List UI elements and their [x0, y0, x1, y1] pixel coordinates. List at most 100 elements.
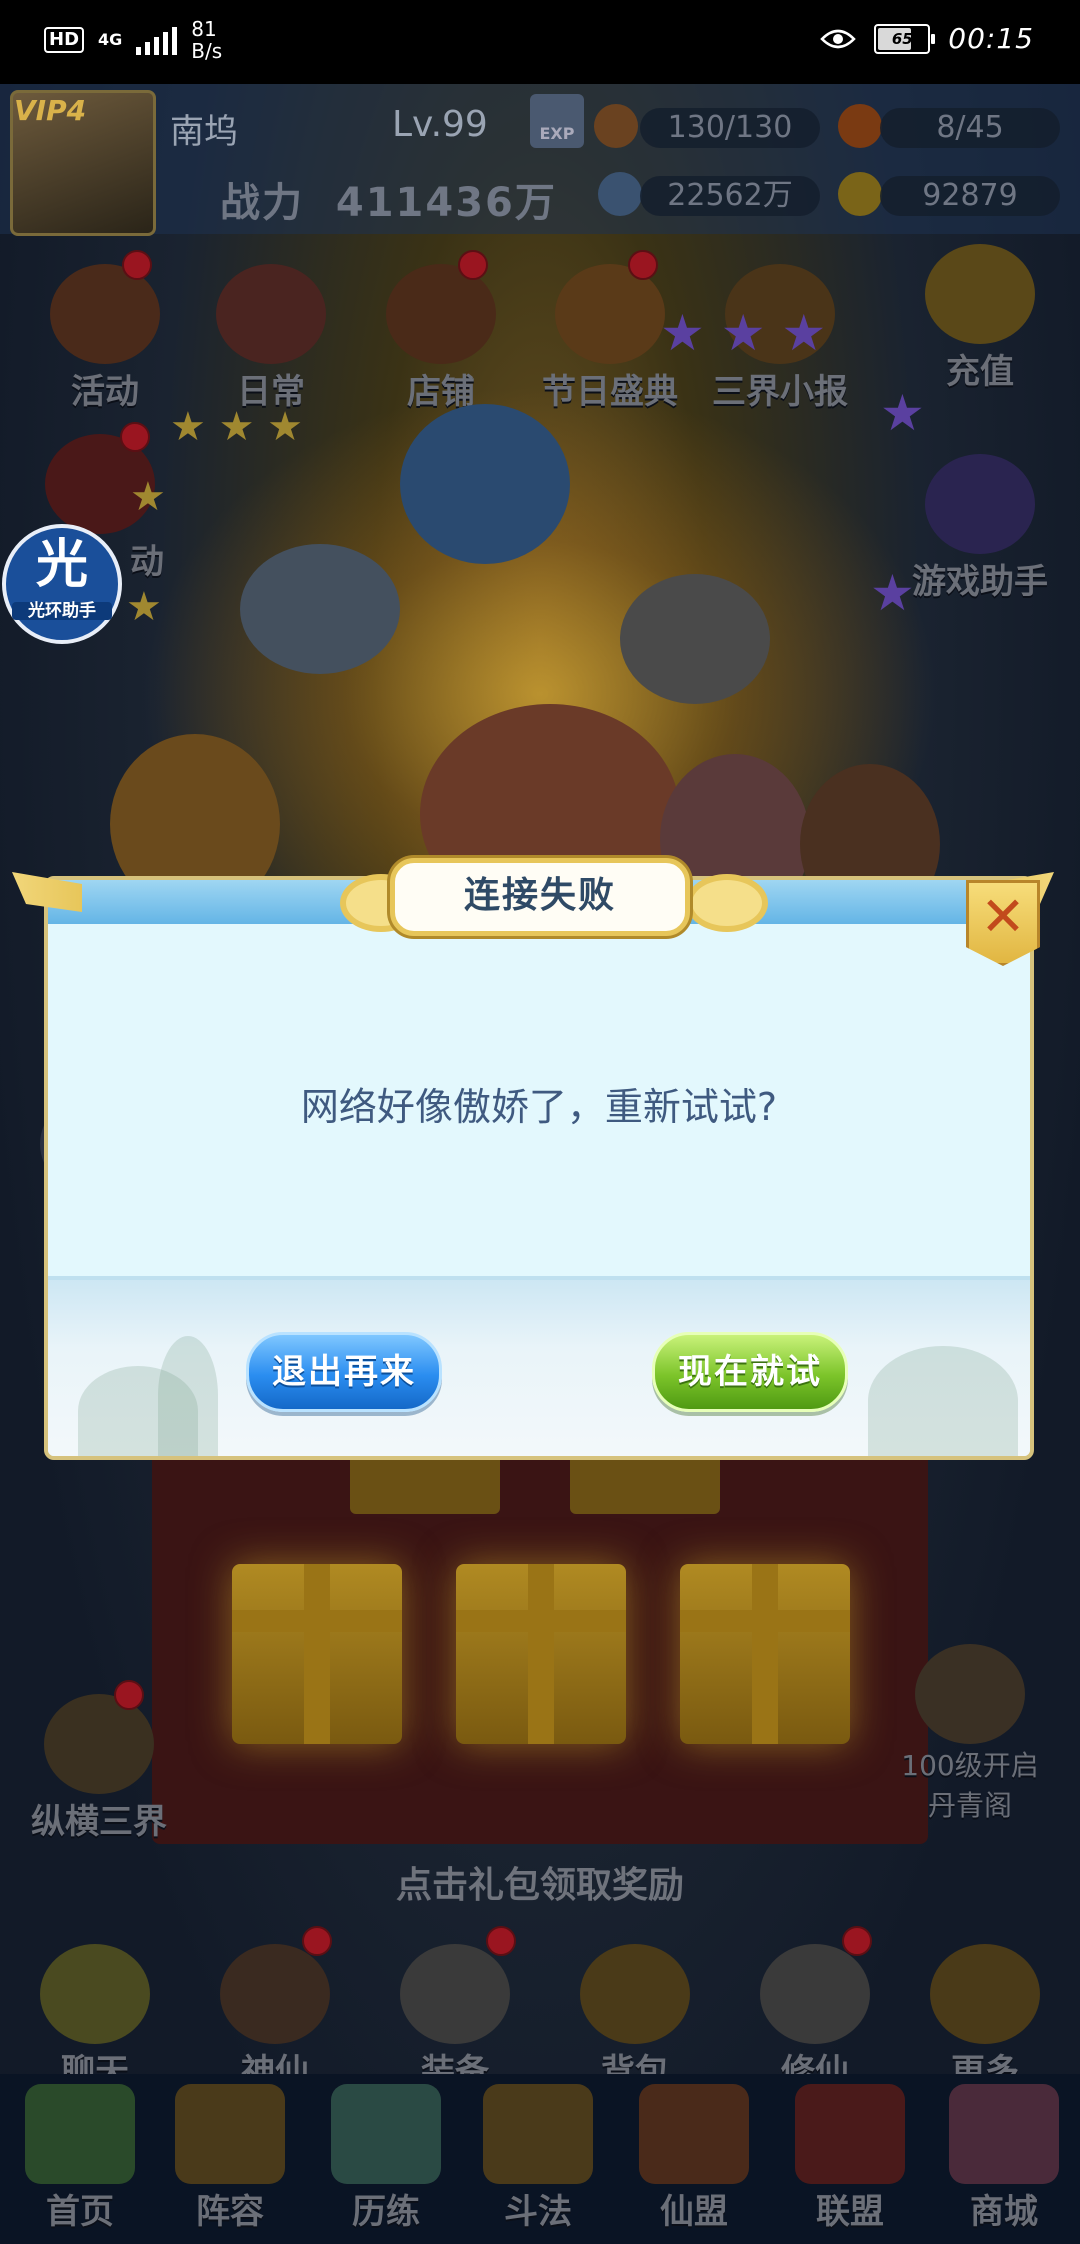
- mountain-decoration: [868, 1346, 1018, 1456]
- nav-store-label: 商城: [970, 2192, 1038, 2232]
- game-helper-label: 游戏助手: [912, 562, 1048, 602]
- gift-chest-3[interactable]: [680, 1564, 850, 1744]
- danqing-pavilion-button[interactable]: 100级开启 丹青阁: [880, 1644, 1060, 1824]
- player-level: Lv.99: [392, 104, 488, 145]
- zongheng-icon: [44, 1694, 154, 1794]
- vip-badge: VIP4: [14, 94, 87, 127]
- pavilion-icon: [915, 1644, 1025, 1744]
- gift-hint: 点击礼包领取奖励: [395, 1865, 684, 1906]
- network-type: 4G: [98, 30, 123, 49]
- hd-indicator: HD: [44, 27, 85, 53]
- gold-ingot-icon: [838, 172, 882, 216]
- bag-button[interactable]: 背包: [570, 1944, 700, 2093]
- retry-now-button[interactable]: 现在就试: [652, 1332, 848, 1412]
- nav-duel[interactable]: 斗法: [478, 2084, 598, 2233]
- energy-counter[interactable]: 130/130: [640, 108, 820, 148]
- nav-alliance-label: 联盟: [816, 2192, 884, 2232]
- nav-home-label: 首页: [46, 2192, 114, 2232]
- speed-unit: B/s: [191, 39, 223, 63]
- more-button[interactable]: 更多: [920, 1944, 1050, 2093]
- nav-alliance[interactable]: 联盟: [790, 2084, 910, 2233]
- immortal-button[interactable]: 神仙: [210, 1944, 340, 2093]
- alliance-icon: [795, 2084, 905, 2184]
- clock: 00:15: [948, 22, 1034, 55]
- immortal-icon: [220, 1944, 330, 2044]
- character-artwork: [110, 404, 940, 924]
- daily-button[interactable]: 日常: [206, 264, 336, 413]
- notification-dot: [486, 1926, 516, 1956]
- chat-icon: [40, 1944, 150, 2044]
- gift-chest-top-right[interactable]: [570, 1454, 720, 1514]
- star-decoration: ★: [126, 584, 162, 630]
- nav-home[interactable]: 首页: [20, 2084, 140, 2233]
- eye-comfort-icon: [820, 29, 857, 48]
- nav-duel-label: 斗法: [504, 2192, 572, 2232]
- nav-store[interactable]: 商城: [944, 2084, 1064, 2233]
- speed-value: 81: [191, 17, 217, 41]
- gold-counter[interactable]: 92879: [880, 176, 1060, 216]
- notification-dot: [842, 1926, 872, 1956]
- bag-icon: [580, 1944, 690, 2044]
- player-info-bar: VIP4 南坞 Lv.99 EXP 战力 411436万 130/130 8/4…: [0, 84, 1080, 236]
- shop-icon: [386, 264, 496, 364]
- exit-retry-later-button[interactable]: 退出再来: [246, 1332, 442, 1412]
- nav-sect[interactable]: 仙盟: [634, 2084, 754, 2233]
- festival-gift-icon: [555, 264, 665, 364]
- notification-dot: [122, 250, 152, 280]
- battery-level: 65: [891, 29, 913, 48]
- power-value: 411436万: [335, 180, 557, 226]
- mountain-decoration: [158, 1336, 218, 1456]
- nav-training[interactable]: 历练: [326, 2084, 446, 2233]
- more-icon: [930, 1944, 1040, 2044]
- activity-label: 活动: [71, 372, 139, 412]
- nav-lineup[interactable]: 阵容: [170, 2084, 290, 2233]
- equipment-icon: [400, 1944, 510, 2044]
- notification-dot: [120, 422, 150, 452]
- activity-button[interactable]: 活动: [40, 264, 170, 413]
- gift-chest-2[interactable]: [456, 1564, 626, 1744]
- pavilion-label: 丹青阁: [927, 1789, 1012, 1822]
- combat-power: 战力 411436万: [220, 170, 557, 228]
- fire-counter[interactable]: 8/45: [880, 108, 1060, 148]
- recharge-icon: [925, 244, 1035, 344]
- nav-sect-label: 仙盟: [660, 2192, 728, 2232]
- chat-button[interactable]: 聊天: [30, 1944, 160, 2093]
- star-decoration: ★: [130, 474, 166, 520]
- exp-icon: EXP: [530, 94, 584, 148]
- notification-dot: [628, 250, 658, 280]
- zongheng-button[interactable]: 纵横三界: [14, 1694, 184, 1843]
- equipment-button[interactable]: 装备: [390, 1944, 520, 2093]
- floating-helper-button[interactable]: 光 光环助手: [2, 524, 122, 644]
- dialog-title: 连接失败: [463, 875, 616, 916]
- cultivate-crane-icon: [760, 1944, 870, 2044]
- game-helper-button[interactable]: 游戏助手: [890, 454, 1070, 603]
- silver-counter[interactable]: 22562万: [640, 176, 820, 216]
- status-bar: HD 4G 81 B/s 65 00:15: [0, 0, 1080, 84]
- helper-label: 光环助手: [12, 602, 112, 620]
- sect-icon: [639, 2084, 749, 2184]
- fire-icon: [838, 104, 882, 148]
- star-decoration: ★ ★ ★: [660, 304, 827, 362]
- player-name: 南坞: [170, 112, 238, 152]
- store-icon: [949, 2084, 1059, 2184]
- helper-glyph: 光: [35, 535, 88, 595]
- cultivate-button[interactable]: 修仙: [750, 1944, 880, 2093]
- power-label: 战力: [220, 180, 304, 226]
- lineup-icon: [175, 2084, 285, 2184]
- gift-chest-top-left[interactable]: [350, 1454, 500, 1514]
- network-speed: 81 B/s: [191, 18, 222, 62]
- recharge-button[interactable]: 充值: [900, 244, 1060, 393]
- dialog-title-plate: 连接失败: [390, 858, 690, 936]
- signal-icon: [136, 25, 178, 55]
- duel-icon: [483, 2084, 593, 2184]
- notification-dot: [302, 1926, 332, 1956]
- home-icon: [25, 2084, 135, 2184]
- shop-button[interactable]: 店铺: [376, 264, 506, 413]
- training-icon: [331, 2084, 441, 2184]
- dialog-message: 网络好像傲娇了，重新试试?: [300, 1085, 778, 1129]
- activity-icon: [50, 264, 160, 364]
- gift-chest-1[interactable]: [232, 1564, 402, 1744]
- daily-scroll-icon: [216, 264, 326, 364]
- zongheng-label: 纵横三界: [31, 1802, 167, 1842]
- unlock-level-label: 100级开启: [901, 1749, 1039, 1782]
